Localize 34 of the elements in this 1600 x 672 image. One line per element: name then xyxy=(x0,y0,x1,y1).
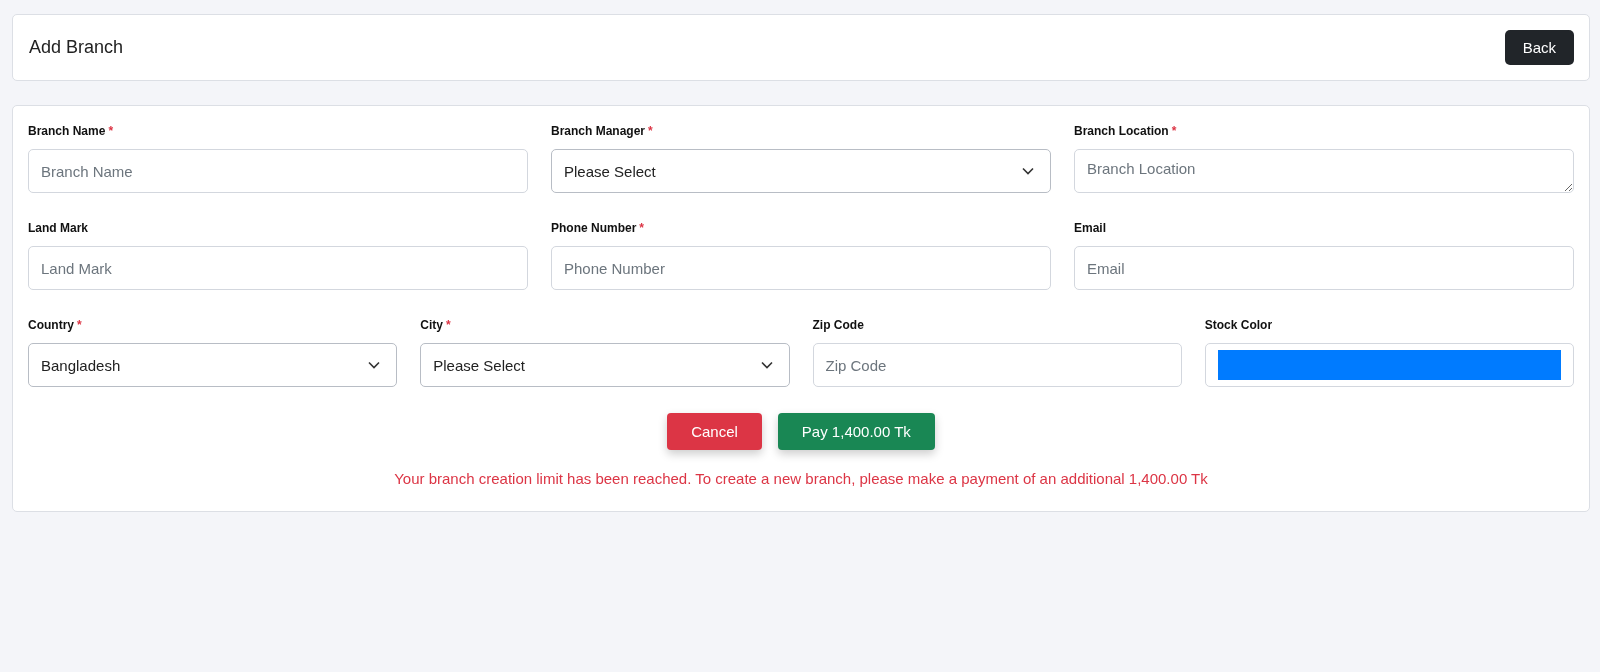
required-asterisk: * xyxy=(1171,124,1177,138)
chevron-down-icon xyxy=(1022,167,1034,175)
required-asterisk: * xyxy=(639,221,644,235)
pay-button[interactable]: Pay 1,400.00 Tk xyxy=(777,413,935,450)
limit-message: Your branch creation limit has been reached. To create a new branch, please make a payment of an additional 1,400.00 Tk xyxy=(393,470,1209,487)
select-dropdown[interactable]: Bangladesh xyxy=(28,343,398,387)
textarea-field[interactable]: Branch Location xyxy=(1074,149,1574,193)
field-label: Branch Name xyxy=(28,124,106,138)
field-label: City xyxy=(420,318,443,332)
select-dropdown[interactable]: Please Select xyxy=(551,149,1051,193)
field-label: Email xyxy=(1074,221,1106,235)
input-field[interactable]: Phone Number xyxy=(551,246,1051,290)
field-label: Zip Code xyxy=(812,318,864,332)
required-asterisk: * xyxy=(77,318,82,332)
field-label: Country xyxy=(28,318,74,332)
field-label: Branch Location xyxy=(1074,124,1169,138)
cancel-button[interactable]: Cancel xyxy=(667,413,762,450)
field-label: Stock Color xyxy=(1204,318,1273,332)
required-asterisk: * xyxy=(445,318,451,332)
field-label: Land Mark xyxy=(28,221,88,235)
page-title: Add Branch xyxy=(29,37,124,58)
input-field[interactable]: Email xyxy=(1074,246,1574,290)
back-button[interactable]: Back xyxy=(1504,30,1574,65)
required-asterisk: * xyxy=(648,124,653,138)
field-label: Phone Number xyxy=(551,221,637,235)
input-field[interactable]: Land Mark xyxy=(28,246,528,290)
chevron-down-icon xyxy=(368,361,381,369)
select-dropdown[interactable]: Please Select xyxy=(420,343,790,387)
field-label: Branch Manager xyxy=(551,124,646,138)
color-picker[interactable] xyxy=(1204,343,1574,387)
input-field[interactable]: Zip Code xyxy=(812,343,1182,387)
chevron-down-icon xyxy=(760,361,773,369)
required-asterisk: * xyxy=(108,124,114,138)
input-field[interactable]: Branch Name xyxy=(28,149,528,193)
